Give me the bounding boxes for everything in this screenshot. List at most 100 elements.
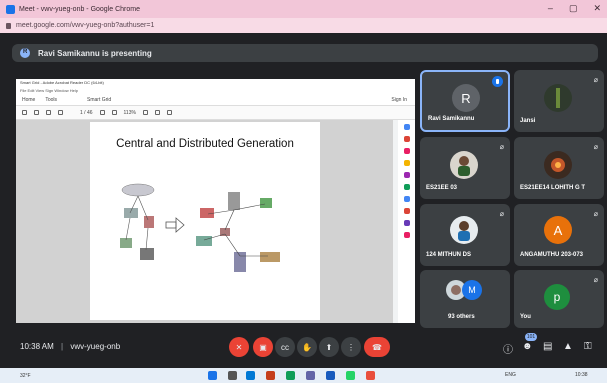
avatar	[450, 151, 478, 179]
mic-off-icon: ⌀	[593, 77, 598, 84]
activities-icon[interactable]: ▲	[563, 341, 573, 352]
acrobat-title-bar: Smart Grid - Adobe Acrobat Reader DC (64…	[16, 79, 415, 87]
minimize-button[interactable]: –	[548, 3, 553, 14]
organize-icon[interactable]	[403, 184, 410, 190]
mic-off-icon: ⌀	[499, 144, 504, 151]
teams-icon[interactable]	[306, 371, 315, 380]
print-icon[interactable]	[46, 110, 51, 115]
participant-name: You	[520, 314, 531, 320]
meeting-details-icon[interactable]: ⓘ	[503, 341, 513, 356]
compress-icon[interactable]	[403, 196, 410, 202]
url-text[interactable]: meet.google.com/vwv-yueg-onb?authuser=1	[16, 22, 154, 29]
export-pdf-icon[interactable]	[403, 136, 410, 142]
chat-icon[interactable]: ▤	[543, 341, 552, 352]
select-icon[interactable]	[99, 110, 105, 115]
people-icon[interactable]: ☻	[522, 341, 533, 352]
others-count: 93 others	[448, 314, 475, 320]
mic-off-icon: ⌀	[499, 211, 504, 218]
avatar: p	[544, 284, 570, 310]
tab-document[interactable]: Smart Grid	[87, 97, 111, 103]
leave-call-button[interactable]: ☎	[364, 337, 390, 357]
participant-name: 124 MITHUN DS	[426, 252, 472, 258]
participant-tile[interactable]: ⌀ Jansi	[514, 70, 604, 132]
acrobat-right-rail	[398, 120, 415, 323]
raise-hand-button[interactable]: ✋	[297, 337, 317, 357]
word-icon[interactable]	[326, 371, 335, 380]
avatar	[544, 84, 572, 112]
presenter-avatar-icon	[20, 48, 30, 58]
fill-sign-icon[interactable]	[403, 220, 410, 226]
browser-title-bar: Meet - vwv-yueg-onb - Google Chrome – ▢ …	[0, 0, 607, 18]
lock-icon	[6, 22, 11, 29]
participant-tile[interactable]: ⌀ 124 MITHUN DS	[420, 204, 510, 266]
present-button[interactable]: ⬆	[319, 337, 339, 357]
participant-tile[interactable]: ⌀ ES21EE14 LOHITH G T	[514, 137, 604, 199]
close-button[interactable]: ✕	[593, 3, 601, 14]
participant-count-badge: 101	[525, 333, 537, 341]
office-icon[interactable]	[266, 371, 275, 380]
sign-icon[interactable]	[166, 110, 172, 115]
search-icon[interactable]	[228, 371, 237, 380]
comment-tool-icon[interactable]	[403, 160, 410, 166]
acrobat-tabs: Home Tools Smart Grid Sign In	[16, 94, 415, 106]
more-options-button[interactable]: ⋮	[341, 337, 361, 357]
avatar	[544, 151, 572, 179]
acrobat-icon[interactable]	[366, 371, 375, 380]
slide-title: Central and Distributed Generation	[116, 138, 294, 150]
tab-tools[interactable]: Tools	[45, 97, 57, 103]
mic-off-icon: ⌀	[593, 277, 598, 284]
search-icon[interactable]	[58, 110, 63, 115]
save-icon[interactable]	[22, 110, 27, 115]
arrow-icon	[165, 217, 185, 233]
presenting-text: Ravi Samikannu is presenting	[38, 48, 152, 58]
avatar: R	[452, 84, 480, 112]
participant-tile[interactable]: ⌀ ES21EE 03	[420, 137, 510, 199]
avatar: M	[462, 280, 482, 300]
others-tile[interactable]: M 93 others	[420, 270, 510, 328]
address-bar[interactable]: meet.google.com/vwv-yueg-onb?authuser=1	[0, 18, 607, 33]
generation-diagram	[120, 183, 280, 272]
comment-icon[interactable]	[142, 110, 148, 115]
more-tools-icon[interactable]	[403, 232, 410, 238]
captions-button[interactable]: cc	[275, 337, 295, 357]
mic-off-icon: ⌀	[593, 211, 598, 218]
host-controls-icon[interactable]: ⚿	[584, 341, 592, 352]
whatsapp-icon[interactable]	[346, 371, 355, 380]
file-explorer-icon[interactable]	[246, 371, 255, 380]
window-title: Meet - vwv-yueg-onb - Google Chrome	[19, 5, 140, 13]
meeting-info: 10:38 AM | vwv-yueg-onb	[20, 342, 121, 351]
mic-off-icon: ⌀	[593, 144, 598, 151]
edit-pdf-icon[interactable]	[403, 148, 410, 154]
distributed-grid-figure	[196, 192, 280, 272]
participant-name: Jansi	[520, 118, 536, 124]
participant-name: ANGAMUTHU 203-073	[520, 252, 584, 258]
highlight-icon[interactable]	[154, 110, 160, 115]
self-tile[interactable]: p ⌀ You	[514, 270, 604, 328]
maximize-button[interactable]: ▢	[569, 3, 578, 14]
zoom-level[interactable]: 113%	[124, 110, 136, 116]
combine-icon[interactable]	[403, 172, 410, 178]
participant-tile[interactable]: A ⌀ ANGAMUTHU 203-073	[514, 204, 604, 266]
system-clock[interactable]: 10:38	[575, 372, 588, 378]
speaking-indicator-icon	[492, 76, 503, 87]
sign-in-link[interactable]: Sign In	[391, 97, 407, 103]
language-indicator[interactable]: ENG	[505, 372, 516, 378]
protect-icon[interactable]	[403, 208, 410, 214]
participant-tile[interactable]: R Ravi Samikannu	[420, 70, 510, 132]
avatar: A	[544, 216, 572, 244]
page-indicator[interactable]: 1 / 46	[80, 110, 93, 116]
tab-home[interactable]: Home	[22, 97, 35, 103]
zoom-icon[interactable]	[403, 124, 410, 130]
hand-icon[interactable]	[111, 110, 117, 115]
presenting-banner: Ravi Samikannu is presenting	[12, 44, 598, 62]
star-icon[interactable]	[34, 110, 39, 115]
participant-name: Ravi Samikannu	[428, 116, 475, 122]
mic-toggle-button[interactable]: ✕	[229, 337, 249, 357]
start-icon[interactable]	[208, 371, 217, 380]
meet-logo-icon	[6, 4, 15, 14]
central-grid-figure	[120, 183, 155, 260]
weather-widget[interactable]: 32°F	[20, 373, 31, 379]
meeting-time: 10:38 AM	[20, 342, 54, 351]
camera-toggle-button[interactable]: ▣	[253, 337, 273, 357]
chrome-icon[interactable]	[286, 371, 295, 380]
